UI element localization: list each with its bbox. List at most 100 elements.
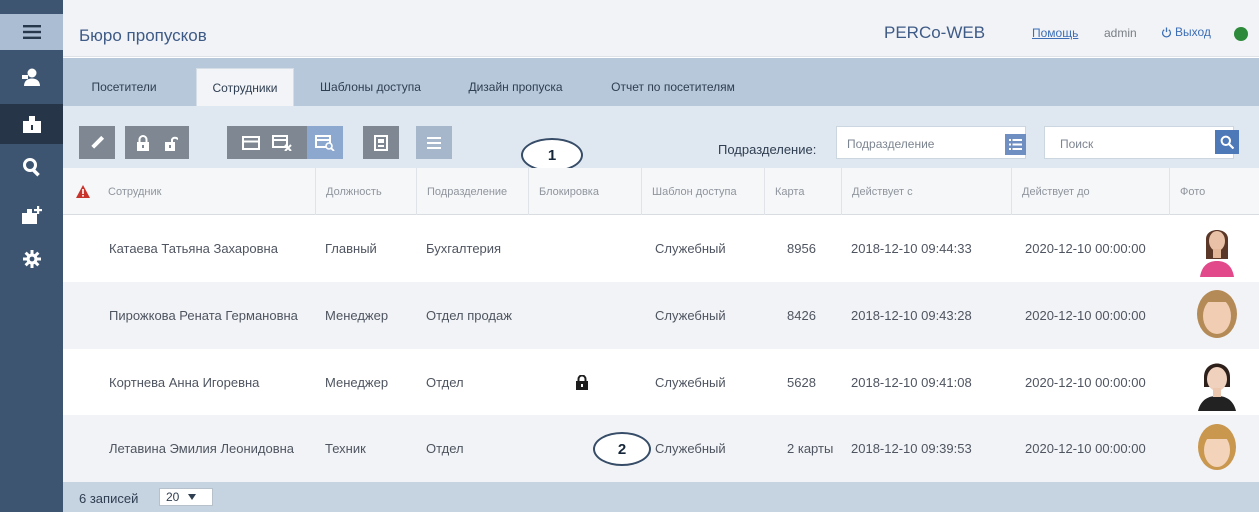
employee-name: Кортнева Анна Игоревна [109,375,260,390]
sidebar [0,0,63,512]
employee-name: Летавина Эмилия Леонидовна [109,441,295,456]
tab-visitor-report[interactable]: Отчет по посетителям [593,68,753,106]
column-header-blocking[interactable]: Блокировка [528,168,640,215]
visitors-icon [21,68,40,86]
employee-department: Отдел продаж [426,308,512,323]
column-header-department[interactable]: Подразделение [416,168,527,215]
valid-to: 2020-12-10 00:00:00 [1025,375,1146,390]
lock-icon[interactable] [136,134,150,151]
sidebar-item-search[interactable] [0,148,63,186]
tab-visitors[interactable]: Посетители [79,68,169,106]
sidebar-item-add[interactable] [0,196,63,234]
tab-employees[interactable]: Сотрудники [196,68,294,106]
search-icon [22,158,40,177]
print-button[interactable] [363,126,399,159]
add-employee-icon [21,206,42,224]
search-button[interactable] [1215,130,1239,154]
edit-button[interactable] [79,126,115,159]
department-filter-placeholder: Подразделение [847,137,935,151]
list-view-button[interactable] [416,126,452,159]
employee-position: Техник [325,441,366,456]
callout-2: 2 [593,432,651,466]
employee-position: Менеджер [325,308,389,323]
record-count: 6 записей [79,491,139,506]
card-number: 8956 [787,241,816,256]
employee-photo [1194,419,1240,477]
menu-icon [22,25,41,39]
valid-from: 2018-12-10 09:39:53 [851,441,972,456]
access-template: Служебный [655,441,726,456]
column-header-position[interactable]: Должность [315,168,415,215]
employee-department: Бухгалтерия [426,241,502,256]
help-link[interactable]: Помощь [1032,26,1078,40]
employee-department: Отдел [426,375,464,390]
card-icon[interactable] [242,135,260,150]
table-footer: 6 записей 20 [63,482,1259,512]
employee-photo [1194,353,1240,411]
logout-link[interactable]: Выход [1161,25,1211,39]
table-header: Сотрудник Должность Подразделение Блокир… [63,168,1259,215]
column-header-employee[interactable]: Сотрудник [98,168,314,215]
search-icon [1220,135,1234,149]
lock-icon [576,375,588,390]
lock-group [125,126,189,159]
blocked-indicator [576,349,588,416]
tabs-bar: Посетители Сотрудники Шаблоны доступа Ди… [63,58,1259,106]
edit-icon [91,135,105,149]
card-search-button[interactable] [307,126,343,159]
gear-icon [22,250,41,268]
page-size-select[interactable]: 20 [159,488,213,506]
employee-photo [1194,219,1240,277]
access-template: Служебный [655,241,726,256]
column-header-access-template[interactable]: Шаблон доступа [641,168,763,215]
page-title: Бюро пропусков [79,26,207,45]
logout-label: Выход [1175,25,1211,39]
header: Бюро пропусков PERCo-WEB Помощь admin Вы… [63,0,1259,57]
column-header-valid-to[interactable]: Действует до [1011,168,1168,215]
valid-from: 2018-12-10 09:44:33 [851,241,972,256]
department-list-button[interactable] [1005,134,1026,155]
search-input[interactable]: Поиск [1044,126,1234,159]
sidebar-item-employees[interactable] [0,104,63,144]
employee-position: Главный [325,241,377,256]
employee-position: Менеджер [325,375,389,390]
page-size-value: 20 [166,490,180,504]
table-row[interactable]: Летавина Эмилия Леонидовна Техник Отдел … [63,415,1259,482]
table-row[interactable]: Пирожкова Рената Германовна Менеджер Отд… [63,282,1259,349]
print-icon [374,134,388,151]
warning-icon [76,185,90,198]
card-search-icon [315,134,335,151]
table-row[interactable]: Катаева Татьяна Захаровна Главный Бухгал… [63,215,1259,282]
valid-to: 2020-12-10 00:00:00 [1025,241,1146,256]
tab-access-templates[interactable]: Шаблоны доступа [308,68,433,106]
column-header-photo: Фото [1169,168,1259,215]
department-filter-field[interactable]: Подразделение [836,126,1026,159]
access-template: Служебный [655,375,726,390]
menu-button[interactable] [0,14,63,50]
callout-1: 1 [521,138,583,172]
sidebar-item-visitors[interactable] [0,58,63,96]
employee-name: Катаева Татьяна Захаровна [109,241,278,256]
card-group [227,126,307,159]
user-name: admin [1104,26,1137,40]
table-row[interactable]: Кортнева Анна Игоревна Менеджер Отдел Сл… [63,349,1259,416]
valid-to: 2020-12-10 00:00:00 [1025,308,1146,323]
employees-icon [22,116,41,133]
brand-name: PERCo-WEB [884,23,986,42]
search-placeholder: Поиск [1060,137,1094,151]
unlock-icon[interactable] [164,135,178,151]
access-template: Служебный [655,308,726,323]
power-icon [1161,26,1172,37]
column-header-valid-from[interactable]: Действует с [841,168,1010,215]
valid-from: 2018-12-10 09:43:28 [851,308,972,323]
card-number: 5628 [787,375,816,390]
list-icon [1009,139,1022,150]
sidebar-item-settings[interactable] [0,240,63,278]
employee-name: Пирожкова Рената Германовна [109,308,298,323]
column-header-card[interactable]: Карта [764,168,840,215]
chevron-down-icon [188,494,197,500]
employee-photo [1194,286,1240,344]
card-remove-icon[interactable] [272,134,292,151]
card-number: 2 карты [787,441,834,456]
tab-pass-design[interactable]: Дизайн пропуска [453,68,578,106]
